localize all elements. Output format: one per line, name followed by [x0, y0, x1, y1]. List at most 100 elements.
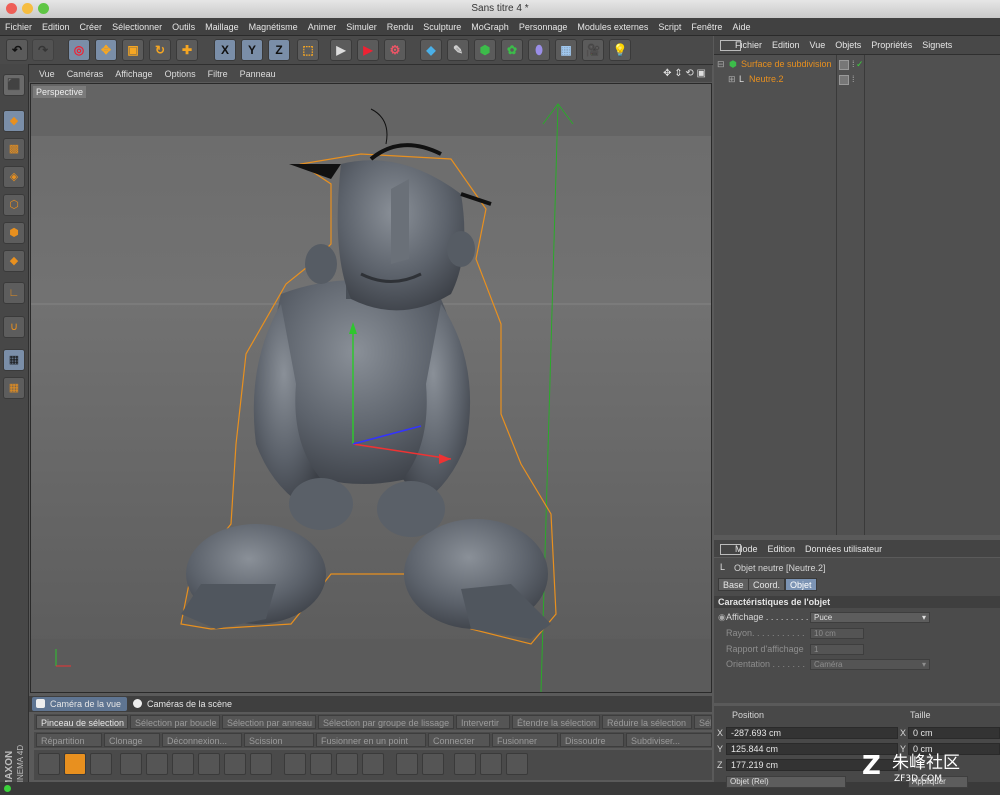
set-point-value-button[interactable] — [454, 753, 476, 775]
invert-button[interactable]: Intervertir — [456, 715, 510, 729]
loop-selection-button[interactable]: Sélection par boucle — [130, 715, 220, 729]
coordinate-mode-select[interactable]: Objet (Rel) — [726, 776, 846, 788]
tab-base[interactable]: Base — [718, 578, 749, 591]
menu-modules-externes[interactable]: Modules externes — [572, 22, 653, 32]
objects-menu-proprietes[interactable]: Propriétés — [866, 40, 917, 50]
viewport-menu-options[interactable]: Options — [159, 69, 202, 79]
redo-button[interactable]: ↷ — [32, 39, 54, 61]
tab-scene-cameras[interactable]: Caméras de la scène — [129, 697, 238, 711]
close-window-button[interactable] — [6, 3, 17, 14]
connect-button[interactable]: Connecter — [428, 733, 490, 747]
menu-rendu[interactable]: Rendu — [382, 22, 419, 32]
snap-button[interactable]: ∪ — [3, 316, 25, 338]
live-selection-button[interactable]: ◎ — [68, 39, 90, 61]
viewport-menu-vue[interactable]: Vue — [29, 69, 61, 79]
menu-aide[interactable]: Aide — [727, 22, 755, 32]
lock-z-button[interactable]: Z — [268, 39, 290, 61]
objects-menu-signets[interactable]: Signets — [917, 40, 957, 50]
tab-camera-view[interactable]: Caméra de la vue — [32, 697, 128, 711]
undo-button[interactable]: ↶ — [6, 39, 28, 61]
object-name[interactable]: Surface de subdivision — [741, 57, 832, 71]
3d-viewport[interactable]: Perspective — [30, 83, 712, 693]
radius-field[interactable]: 10 cm — [810, 628, 864, 639]
grow-selection-button[interactable]: Étendre la sélection — [512, 715, 600, 729]
menu-simuler[interactable]: Simuler — [341, 22, 382, 32]
add-array-button[interactable]: ✿ — [501, 39, 523, 61]
menu-magnetisme[interactable]: Magnétisme — [244, 22, 303, 32]
split-button[interactable]: Scission — [244, 733, 314, 747]
menu-animer[interactable]: Animer — [303, 22, 342, 32]
visibility-icon[interactable] — [839, 75, 849, 85]
render-settings-button[interactable]: ⚙ — [384, 39, 406, 61]
workplane-lock-button[interactable]: ▦ — [3, 349, 25, 371]
viewport-menu-cameras[interactable]: Caméras — [61, 69, 110, 79]
clone-button[interactable]: Clonage — [104, 733, 160, 747]
add-camera-button[interactable]: 🎥 — [582, 39, 604, 61]
add-floor-button[interactable]: ▦ — [555, 39, 577, 61]
render-view-button[interactable]: ▶ — [330, 39, 352, 61]
add-subdivision-button[interactable]: ⬢ — [474, 39, 496, 61]
menu-mograph[interactable]: MoGraph — [466, 22, 514, 32]
weld-tool-button[interactable] — [310, 753, 332, 775]
menu-sculpture[interactable]: Sculpture — [418, 22, 466, 32]
coordinate-system-button[interactable]: ⬚ — [297, 39, 319, 61]
add-cube-button[interactable]: ◆ — [420, 39, 442, 61]
add-deformer-button[interactable]: ⬮ — [528, 39, 550, 61]
make-editable-button[interactable]: ⬛ — [3, 74, 25, 96]
tab-objet[interactable]: Objet — [785, 578, 817, 591]
points-mode-button[interactable]: ⬡ — [3, 194, 25, 216]
object-name[interactable]: Neutre.2 — [749, 72, 784, 86]
phong-selection-button[interactable]: Sélection par groupe de lissage — [318, 715, 454, 729]
move-tool-button[interactable]: ✥ — [95, 39, 117, 61]
workplane-mode-button[interactable]: ◈ — [3, 166, 25, 188]
tree-toggle-icon[interactable]: ⊞ — [728, 72, 736, 86]
spread-button[interactable]: Répartition — [36, 733, 102, 747]
locked-workplane-button[interactable]: ▦ — [3, 377, 25, 399]
disconnect-button[interactable]: Déconnexion... — [162, 733, 242, 747]
objects-menu-vue[interactable]: Vue — [805, 40, 831, 50]
viewport-menu-affichage[interactable]: Affichage — [109, 69, 158, 79]
render-dots-icon[interactable]: ⁞ — [852, 72, 855, 86]
menu-fenetre[interactable]: Fenêtre — [686, 22, 727, 32]
knife-tool-button[interactable] — [120, 753, 142, 775]
brush-tool-button[interactable] — [90, 753, 112, 775]
subdivide-button[interactable]: Subdiviser... — [626, 733, 712, 747]
enabled-check-icon[interactable]: ✓ — [856, 57, 864, 71]
object-row-subdivision[interactable]: ⊟ ⬢ Surface de subdivision ⁞ ✓ — [714, 57, 1000, 71]
slide-tool-button[interactable] — [362, 753, 384, 775]
scale-tool-button[interactable]: ▣ — [122, 39, 144, 61]
add-spline-button[interactable]: ✎ — [447, 39, 469, 61]
bevel-tool-button[interactable] — [250, 753, 272, 775]
tab-coord[interactable]: Coord. — [748, 578, 786, 591]
merge-button[interactable]: Fusionner — [492, 733, 558, 747]
objects-menu-edition[interactable]: Edition — [767, 40, 805, 50]
edges-mode-button[interactable]: ⬢ — [3, 222, 25, 244]
zoom-window-button[interactable] — [38, 3, 49, 14]
viewport-menu-panneau[interactable]: Panneau — [234, 69, 282, 79]
live-edit-button[interactable] — [64, 753, 86, 775]
ring-selection-button[interactable]: Sélection par anneau — [222, 715, 316, 729]
orientation-select[interactable]: Caméra ▾ — [810, 659, 930, 670]
shrink-selection-button[interactable]: Réduire la sélection — [602, 715, 692, 729]
lock-y-button[interactable]: Y — [241, 39, 263, 61]
brush-selection-button[interactable]: Pinceau de sélection — [36, 715, 128, 729]
attributes-menu-edition[interactable]: Edition — [763, 544, 801, 554]
objects-menu-objets[interactable]: Objets — [830, 40, 866, 50]
add-light-button[interactable]: 💡 — [609, 39, 631, 61]
stitch-tool-button[interactable] — [336, 753, 358, 775]
collapse-button[interactable]: Fusionner en un point — [316, 733, 426, 747]
texture-mode-button[interactable]: ▩ — [3, 138, 25, 160]
align-normals-button[interactable] — [396, 753, 418, 775]
menu-maillage[interactable]: Maillage — [200, 22, 244, 32]
triangulate-button[interactable] — [506, 753, 528, 775]
bridge-tool-button[interactable] — [284, 753, 306, 775]
viewport-menu-filtre[interactable]: Filtre — [202, 69, 234, 79]
aspect-ratio-field[interactable]: 1 — [810, 644, 864, 655]
menu-outils[interactable]: Outils — [167, 22, 200, 32]
render-picture-viewer-button[interactable]: ▶ — [357, 39, 379, 61]
visibility-icon[interactable] — [839, 60, 849, 70]
optimize-button[interactable] — [480, 753, 502, 775]
lock-x-button[interactable]: X — [214, 39, 236, 61]
display-select[interactable]: Puce ▾ — [810, 612, 930, 623]
menu-script[interactable]: Script — [653, 22, 686, 32]
